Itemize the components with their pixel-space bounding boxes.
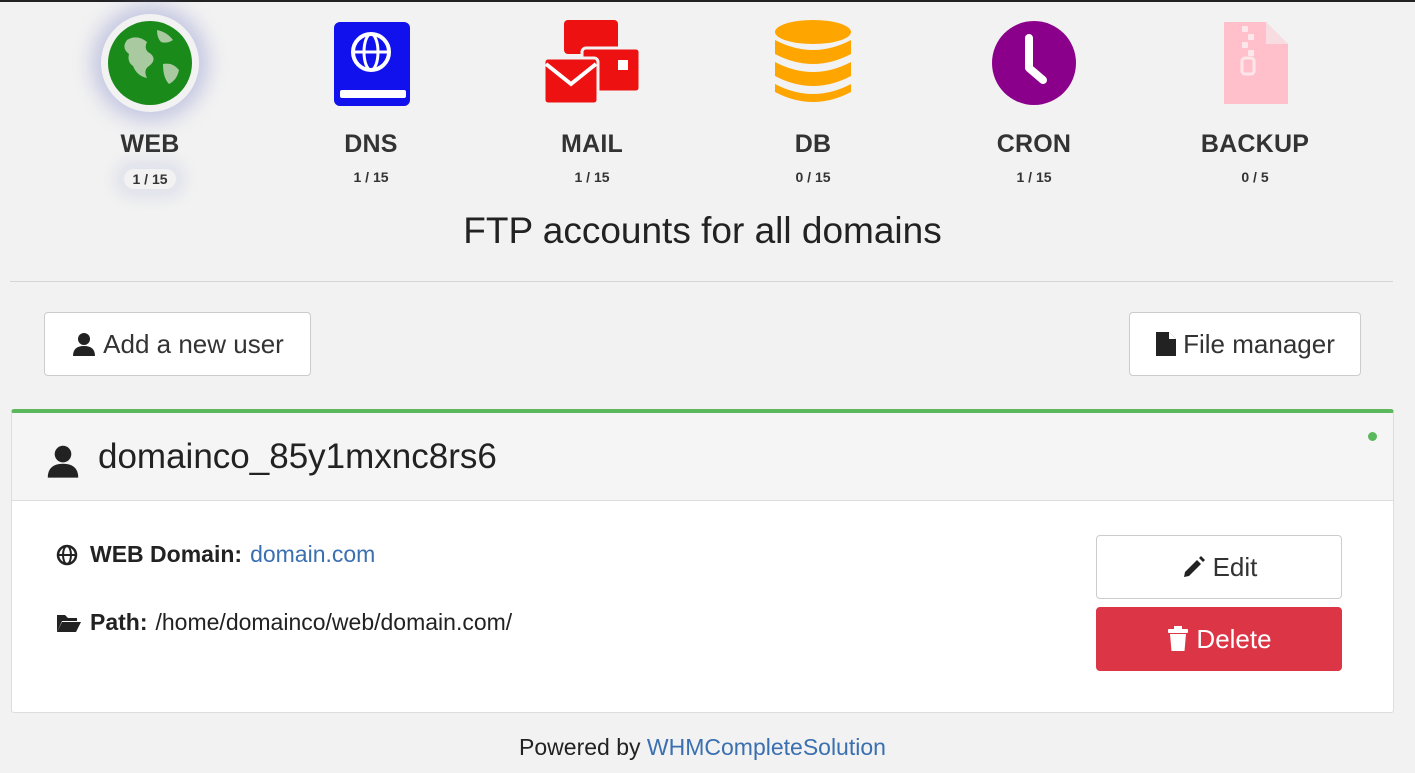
pencil-icon — [1181, 554, 1207, 580]
clock-icon — [989, 18, 1079, 108]
divider — [10, 281, 1393, 282]
service-summary: WEB 1 / 15 DNS 1 / 15 MAIL 1 / 15 DB 0 /… — [0, 18, 1415, 198]
service-count: 1 / 15 — [124, 169, 175, 189]
service-name: DNS — [344, 130, 398, 158]
path-value: /home/domainco/web/domain.com/ — [155, 609, 513, 635]
user-icon — [45, 443, 81, 484]
add-user-label: Add a new user — [103, 328, 284, 359]
service-backup[interactable]: BACKUP 0 / 5 — [1165, 18, 1345, 185]
service-web[interactable]: WEB 1 / 15 — [60, 18, 240, 189]
top-border — [0, 0, 1415, 2]
path-label: Path: — [90, 609, 148, 635]
service-cron[interactable]: CRON 1 / 15 — [944, 18, 1124, 185]
service-mail[interactable]: MAIL 1 / 15 — [502, 18, 682, 185]
file-icon — [1155, 331, 1177, 357]
database-icon — [768, 18, 858, 108]
web-domain-row: WEB Domain: domain.com — [56, 541, 375, 568]
status-indicator — [1368, 432, 1377, 441]
file-manager-button[interactable]: File manager — [1129, 312, 1361, 376]
service-dns[interactable]: DNS 1 / 15 — [281, 18, 461, 185]
add-user-button[interactable]: Add a new user — [44, 312, 311, 376]
edit-label: Edit — [1212, 551, 1258, 582]
globe-icon — [105, 18, 195, 108]
service-name: WEB — [120, 130, 180, 158]
service-count: 0 / 15 — [795, 169, 831, 185]
account-header: domainco_85y1mxnc8rs6 — [12, 413, 1393, 501]
path-row: Path: /home/domainco/web/domain.com/ — [56, 609, 512, 636]
delete-button[interactable]: Delete — [1096, 607, 1342, 671]
user-icon — [71, 331, 97, 357]
trash-icon — [1166, 626, 1190, 652]
service-name: DB — [794, 130, 832, 158]
web-domain-link[interactable]: domain.com — [250, 541, 375, 568]
account-username: domainco_85y1mxnc8rs6 — [98, 437, 497, 476]
footer-prefix: Powered by — [519, 734, 641, 760]
service-count: 1 / 15 — [574, 169, 610, 185]
delete-label: Delete — [1196, 623, 1272, 654]
zip-file-icon — [1210, 18, 1300, 108]
service-count: 0 / 5 — [1241, 169, 1269, 185]
globe-icon — [56, 544, 90, 566]
edit-button[interactable]: Edit — [1096, 535, 1342, 599]
ftp-account-card: domainco_85y1mxnc8rs6 WEB Domain: domain… — [11, 409, 1394, 713]
footer: Powered by WHMCompleteSolution — [0, 734, 1405, 761]
service-name: CRON — [996, 130, 1072, 158]
file-manager-label: File manager — [1183, 328, 1335, 359]
service-count: 1 / 15 — [353, 169, 389, 185]
folder-open-icon — [56, 613, 90, 633]
service-name: MAIL — [561, 130, 623, 158]
footer-link[interactable]: WHMCompleteSolution — [647, 734, 886, 760]
page-title: FTP accounts for all domains — [463, 210, 942, 251]
mail-icon — [542, 18, 642, 108]
service-db[interactable]: DB 0 / 15 — [723, 18, 903, 185]
dns-book-icon — [326, 18, 416, 108]
service-name: BACKUP — [1200, 130, 1310, 158]
web-domain-label: WEB Domain: — [90, 541, 243, 567]
service-count: 1 / 15 — [1016, 169, 1052, 185]
